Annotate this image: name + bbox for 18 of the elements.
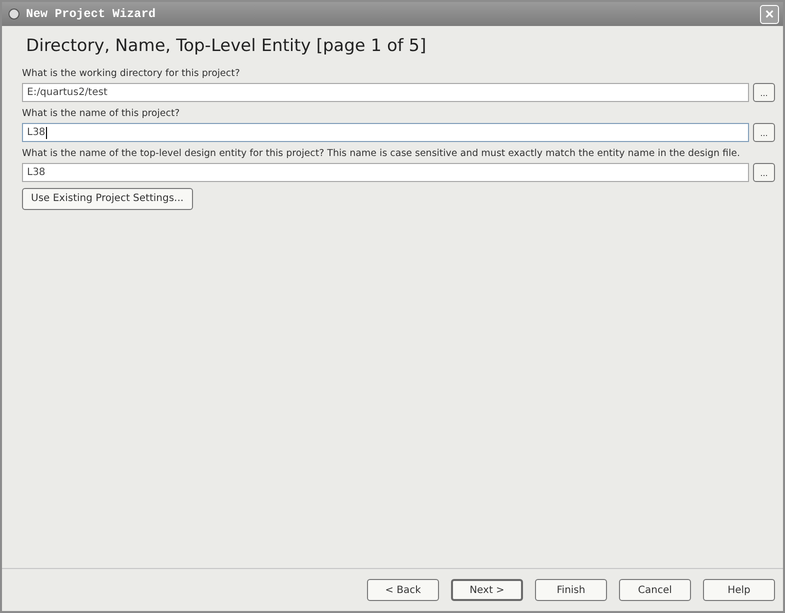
field-label: What is the name of this project?: [22, 108, 181, 119]
input-field[interactable]: L38: [22, 123, 749, 142]
window-title: New Project Wizard: [26, 7, 156, 21]
browse-button[interactable]: ...: [753, 123, 775, 142]
wizard-button[interactable]: Next >: [451, 579, 523, 601]
field-label: What is the working directory for this project?: [22, 68, 241, 79]
page-heading: Directory, Name, Top-Level Entity [page 1 of 5]: [26, 36, 428, 56]
wizard-button[interactable]: Finish: [535, 579, 607, 601]
app-icon: [8, 8, 20, 20]
browse-button[interactable]: ...: [753, 163, 775, 182]
input-field[interactable]: L38: [22, 163, 749, 182]
wizard-button[interactable]: Help: [703, 579, 775, 601]
wizard-button[interactable]: < Back: [367, 579, 439, 601]
wizard-button[interactable]: Cancel: [619, 579, 691, 601]
input-field[interactable]: E:/quartus2/test: [22, 83, 749, 102]
use-existing-settings-button[interactable]: Use Existing Project Settings...: [22, 188, 193, 210]
browse-button[interactable]: ...: [753, 83, 775, 102]
field-label: What is the name of the top-level design entity for this project? This name is case sensitive and must exactly match the entity name in the design file.: [22, 148, 742, 159]
